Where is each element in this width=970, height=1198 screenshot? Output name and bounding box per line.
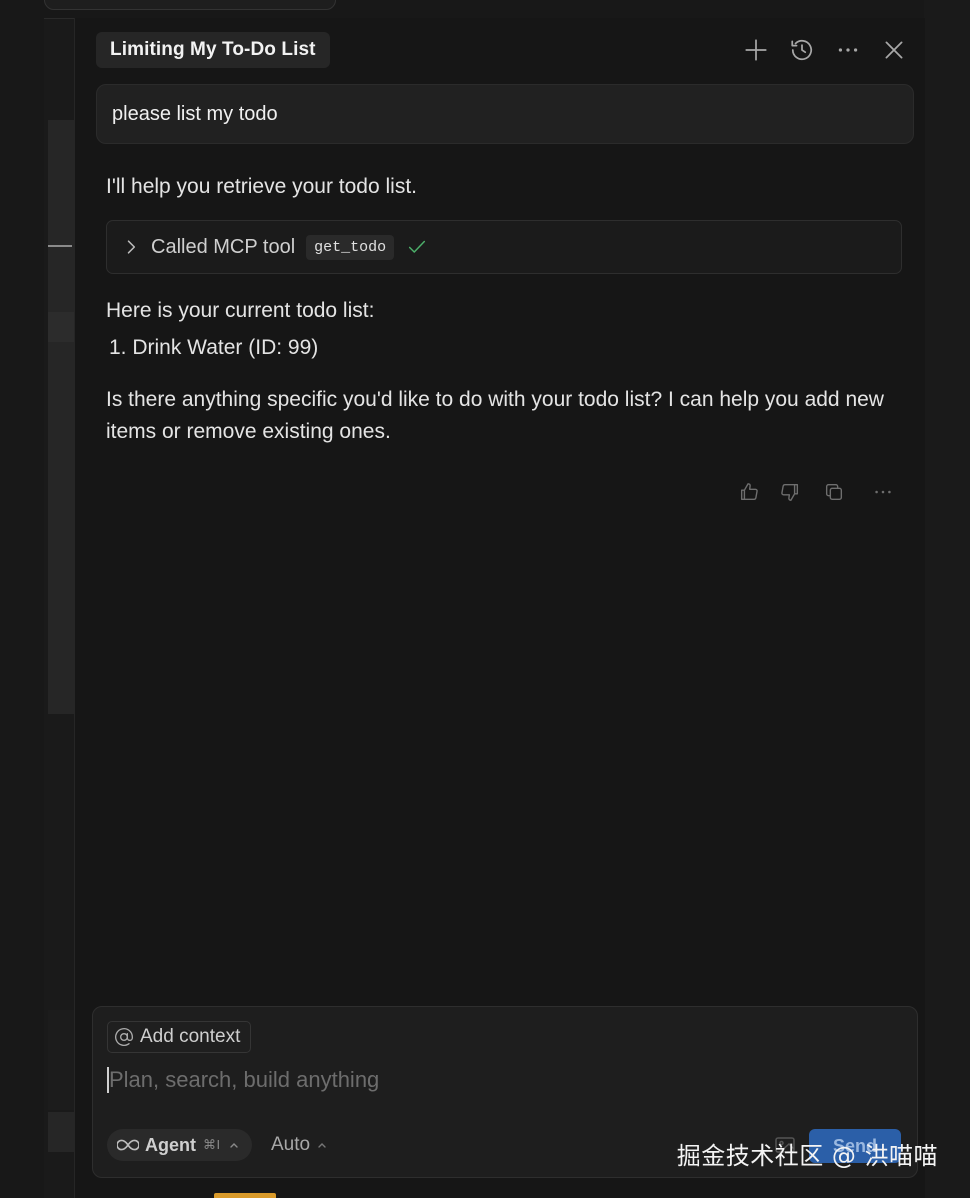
user-message[interactable]: please list my todo [96, 84, 914, 144]
editor-background [0, 0, 44, 1198]
chevron-up-icon [318, 1143, 326, 1148]
history-icon [791, 39, 813, 61]
thumbs-up-icon [740, 483, 758, 501]
editor-tab[interactable] [44, 0, 336, 10]
list-heading: Here is your current todo list: [106, 299, 375, 322]
watermark: 掘金技术社区 @ 洪喵喵 [676, 1142, 938, 1170]
chevron-right-icon [127, 240, 136, 254]
model-selector[interactable]: Auto [271, 1131, 328, 1159]
top-tab-strip [44, 0, 970, 19]
mode-label: Agent [145, 1134, 196, 1155]
more-icon [838, 48, 858, 52]
mode-shortcut: ⌘I [203, 1137, 221, 1152]
gutter-band [48, 1112, 74, 1152]
copy-button[interactable] [820, 478, 848, 506]
thumbs-up-button[interactable] [735, 478, 763, 506]
gutter-band [48, 1010, 74, 1110]
add-context-button[interactable]: Add context [107, 1021, 252, 1053]
copy-icon [825, 483, 843, 501]
editor-gutter [44, 0, 74, 1198]
message-more-button[interactable] [869, 478, 897, 506]
infinity-icon [117, 1139, 139, 1151]
status-indicator [214, 1193, 276, 1198]
thumbs-down-icon [781, 483, 799, 501]
gutter-band [48, 342, 74, 714]
chevron-up-icon [229, 1143, 238, 1148]
gutter-marker [48, 245, 72, 247]
chat-input[interactable] [107, 1063, 889, 1097]
mcp-tool-call[interactable]: Called MCP tool get_todo [106, 220, 902, 274]
check-icon [409, 240, 426, 253]
chat-title[interactable]: Limiting My To-Do List [96, 32, 330, 68]
model-label: Auto [271, 1134, 311, 1155]
chat-header: Limiting My To-Do List [75, 18, 925, 82]
add-context-label: Add context [140, 1026, 241, 1047]
close-icon [885, 41, 903, 59]
plus-icon [745, 39, 767, 61]
close-panel-button[interactable] [876, 32, 912, 68]
at-sign-icon [115, 1028, 133, 1046]
gutter-band [48, 312, 74, 342]
new-chat-button[interactable] [738, 32, 774, 68]
assistant-intro: I'll help you retrieve your todo list. [106, 175, 417, 198]
chat-panel: Limiting My To-Do List please list my to… [74, 18, 925, 1198]
mode-selector[interactable]: Agent ⌘I [107, 1129, 252, 1161]
tool-name: get_todo [306, 234, 395, 260]
history-button[interactable] [784, 32, 820, 68]
assistant-followup: Is there anything specific you'd like to… [106, 388, 884, 443]
tool-call-label: Called MCP tool [151, 235, 296, 258]
more-icon [875, 490, 891, 494]
gutter-band [48, 120, 74, 312]
todo-list-item: 1. Drink Water (ID: 99) [109, 336, 319, 359]
more-options-button[interactable] [830, 32, 866, 68]
thumbs-down-button[interactable] [776, 478, 804, 506]
right-sidebar-edge [924, 0, 970, 1198]
